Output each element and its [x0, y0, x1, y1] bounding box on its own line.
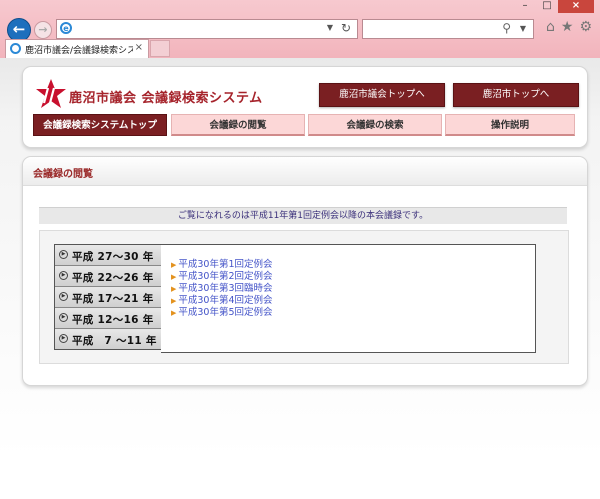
play-circle-icon: ▶	[59, 250, 68, 259]
year-range-label: 平成 27～30 年	[72, 251, 154, 263]
session-link[interactable]: ▶ 平成30年第2回定例会	[171, 271, 273, 283]
triangle-bullet-icon: ▶	[171, 273, 177, 281]
settings-gear-icon[interactable]: ⚙	[579, 19, 592, 35]
city-logo-icon	[36, 79, 66, 108]
close-window-button[interactable]: ×	[558, 0, 594, 13]
council-top-button[interactable]: 鹿沼市議会トップへ	[319, 83, 445, 107]
address-bar[interactable]: e ▼ ↻	[56, 19, 358, 39]
session-label: 平成30年第3回臨時会	[178, 283, 273, 294]
session-link[interactable]: ▶ 平成30年第1回定例会	[171, 259, 273, 271]
maximize-button[interactable]: □	[536, 0, 558, 13]
session-label: 平成30年第4回定例会	[178, 295, 273, 306]
session-link[interactable]: ▶ 平成30年第5回定例会	[171, 307, 273, 319]
browser-tab[interactable]: 鹿沼市議会/会議録検索シス... ×	[5, 39, 149, 58]
ie-page-icon: e	[60, 22, 72, 34]
year-range-label: 平成 22～26 年	[72, 272, 154, 284]
new-tab-button[interactable]	[150, 40, 170, 57]
year-range-item[interactable]: ▶ 平成 17～21 年	[55, 287, 161, 308]
year-range-label: 平成 12～16 年	[72, 314, 154, 326]
browser-chrome: – □ × ← → e ▼ ↻ ⚲ ▼ ⌂ ★ ⚙ 鹿沼市議会/会議録検索シス.…	[0, 0, 600, 59]
session-label: 平成30年第2回定例会	[178, 271, 273, 282]
triangle-bullet-icon: ▶	[171, 309, 177, 317]
panel-header: 会議録の閲覧	[23, 157, 587, 186]
tab-system-top[interactable]: 会議録検索システムトップ	[33, 114, 167, 136]
address-dropdown-icon[interactable]: ▼	[327, 23, 333, 32]
window-controls: – □ ×	[514, 0, 594, 13]
site-title: 鹿沼市議会 会議録検索システム	[69, 91, 263, 106]
session-label: 平成30年第1回定例会	[178, 259, 273, 270]
year-range-item[interactable]: ▶ 平成 22～26 年	[55, 266, 161, 287]
session-list: ▶ 平成30年第1回定例会 ▶ 平成30年第2回定例会 ▶ 平成30年第3回臨時会 ▶…	[171, 259, 273, 319]
play-circle-icon: ▶	[59, 271, 68, 280]
play-circle-icon: ▶	[59, 292, 68, 301]
session-label: 平成30年第5回定例会	[178, 307, 273, 318]
tab-close-icon[interactable]: ×	[135, 42, 143, 53]
tab-favicon-icon	[10, 43, 21, 54]
site-header: 鹿沼市議会 会議録検索システム 鹿沼市議会トップへ 鹿沼市トップへ 会議録検索シ…	[22, 66, 588, 148]
year-range-label: 平成 7 ～11 年	[72, 335, 157, 347]
play-circle-icon: ▶	[59, 313, 68, 322]
forward-button[interactable]: →	[34, 21, 52, 39]
refresh-icon[interactable]: ↻	[341, 21, 351, 35]
play-circle-icon: ▶	[59, 334, 68, 343]
minutes-browse-panel: 会議録の閲覧 ご覧になれるのは平成11年第1回定例会以降の本会議録です。 ▶ 平…	[22, 156, 588, 386]
year-range-label: 平成 17～21 年	[72, 293, 154, 305]
minimize-button[interactable]: –	[514, 0, 536, 13]
triangle-bullet-icon: ▶	[171, 285, 177, 293]
availability-notice: ご覧になれるのは平成11年第1回定例会以降の本会議録です。	[39, 207, 567, 224]
city-top-button[interactable]: 鹿沼市トップへ	[453, 83, 579, 107]
tab-search-minutes[interactable]: 会議録の検索	[308, 114, 442, 136]
tab-help[interactable]: 操作説明	[445, 114, 575, 136]
session-link[interactable]: ▶ 平成30年第3回臨時会	[171, 283, 273, 295]
triangle-bullet-icon: ▶	[171, 297, 177, 305]
session-link[interactable]: ▶ 平成30年第4回定例会	[171, 295, 273, 307]
home-icon[interactable]: ⌂	[546, 19, 555, 35]
tab-title: 鹿沼市議会/会議録検索シス...	[25, 46, 133, 56]
search-dropdown-icon[interactable]: ▼	[520, 24, 526, 33]
session-list-panel: ▶ 平成30年第1回定例会 ▶ 平成30年第2回定例会 ▶ 平成30年第3回臨時会 ▶…	[161, 244, 536, 353]
favorites-star-icon[interactable]: ★	[561, 19, 574, 35]
search-icon[interactable]: ⚲	[502, 21, 511, 35]
year-range-item[interactable]: ▶ 平成 7 ～11 年	[55, 329, 161, 349]
toolbar-icons: ⌂ ★ ⚙	[546, 19, 592, 35]
year-range-list: ▶ 平成 27～30 年 ▶ 平成 22～26 年 ▶ 平成 17～21 年 ▶…	[54, 244, 162, 350]
page-viewport: 鹿沼市議会 会議録検索システム 鹿沼市議会トップへ 鹿沼市トップへ 会議録検索シ…	[0, 58, 600, 499]
search-box[interactable]: ⚲ ▼	[362, 19, 534, 39]
triangle-bullet-icon: ▶	[171, 261, 177, 269]
tab-browse-minutes[interactable]: 会議録の閲覧	[171, 114, 305, 136]
year-range-item[interactable]: ▶ 平成 27～30 年	[55, 245, 161, 266]
year-range-item[interactable]: ▶ 平成 12～16 年	[55, 308, 161, 329]
panel-title: 会議録の閲覧	[33, 169, 93, 180]
minutes-selector: ▶ 平成 27～30 年 ▶ 平成 22～26 年 ▶ 平成 17～21 年 ▶…	[39, 230, 569, 364]
